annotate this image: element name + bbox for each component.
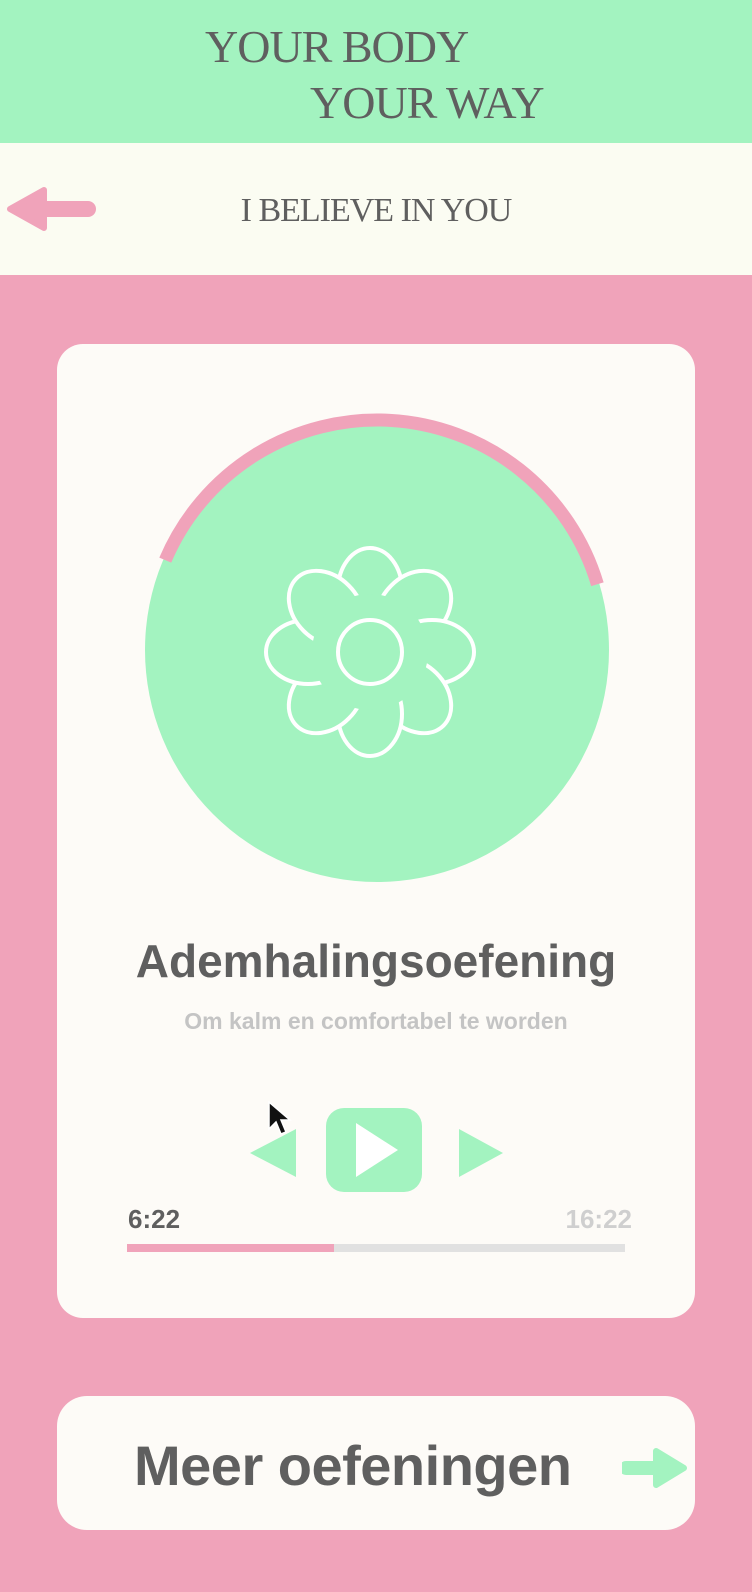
exercise-subtitle: Om kalm en comfortabel te worden <box>184 1008 568 1034</box>
exercise-title: Ademhalingsoefening <box>135 935 617 987</box>
arrow-right-icon <box>622 1448 687 1488</box>
play-icon <box>326 1108 422 1192</box>
more-exercises-label: Meer oefeningen <box>134 1434 572 1497</box>
mouse-cursor <box>268 1101 293 1135</box>
elapsed-time: 6:22 <box>128 1204 181 1234</box>
next-icon <box>459 1129 503 1177</box>
progress-bar[interactable] <box>127 1244 625 1252</box>
brand-title-line-1: YOUR BODY <box>205 21 469 72</box>
flower-center-mask <box>312 594 428 710</box>
next-button[interactable] <box>453 1125 505 1181</box>
page-title: I BELIEVE IN YOU <box>240 192 513 229</box>
breathing-disc <box>145 413 609 882</box>
total-time: 16:22 <box>565 1204 633 1234</box>
brand-title-line-2: YOUR WAY <box>310 77 545 128</box>
progress-fill <box>127 1244 335 1252</box>
play-button[interactable] <box>326 1108 422 1192</box>
flower-icon <box>264 546 476 758</box>
